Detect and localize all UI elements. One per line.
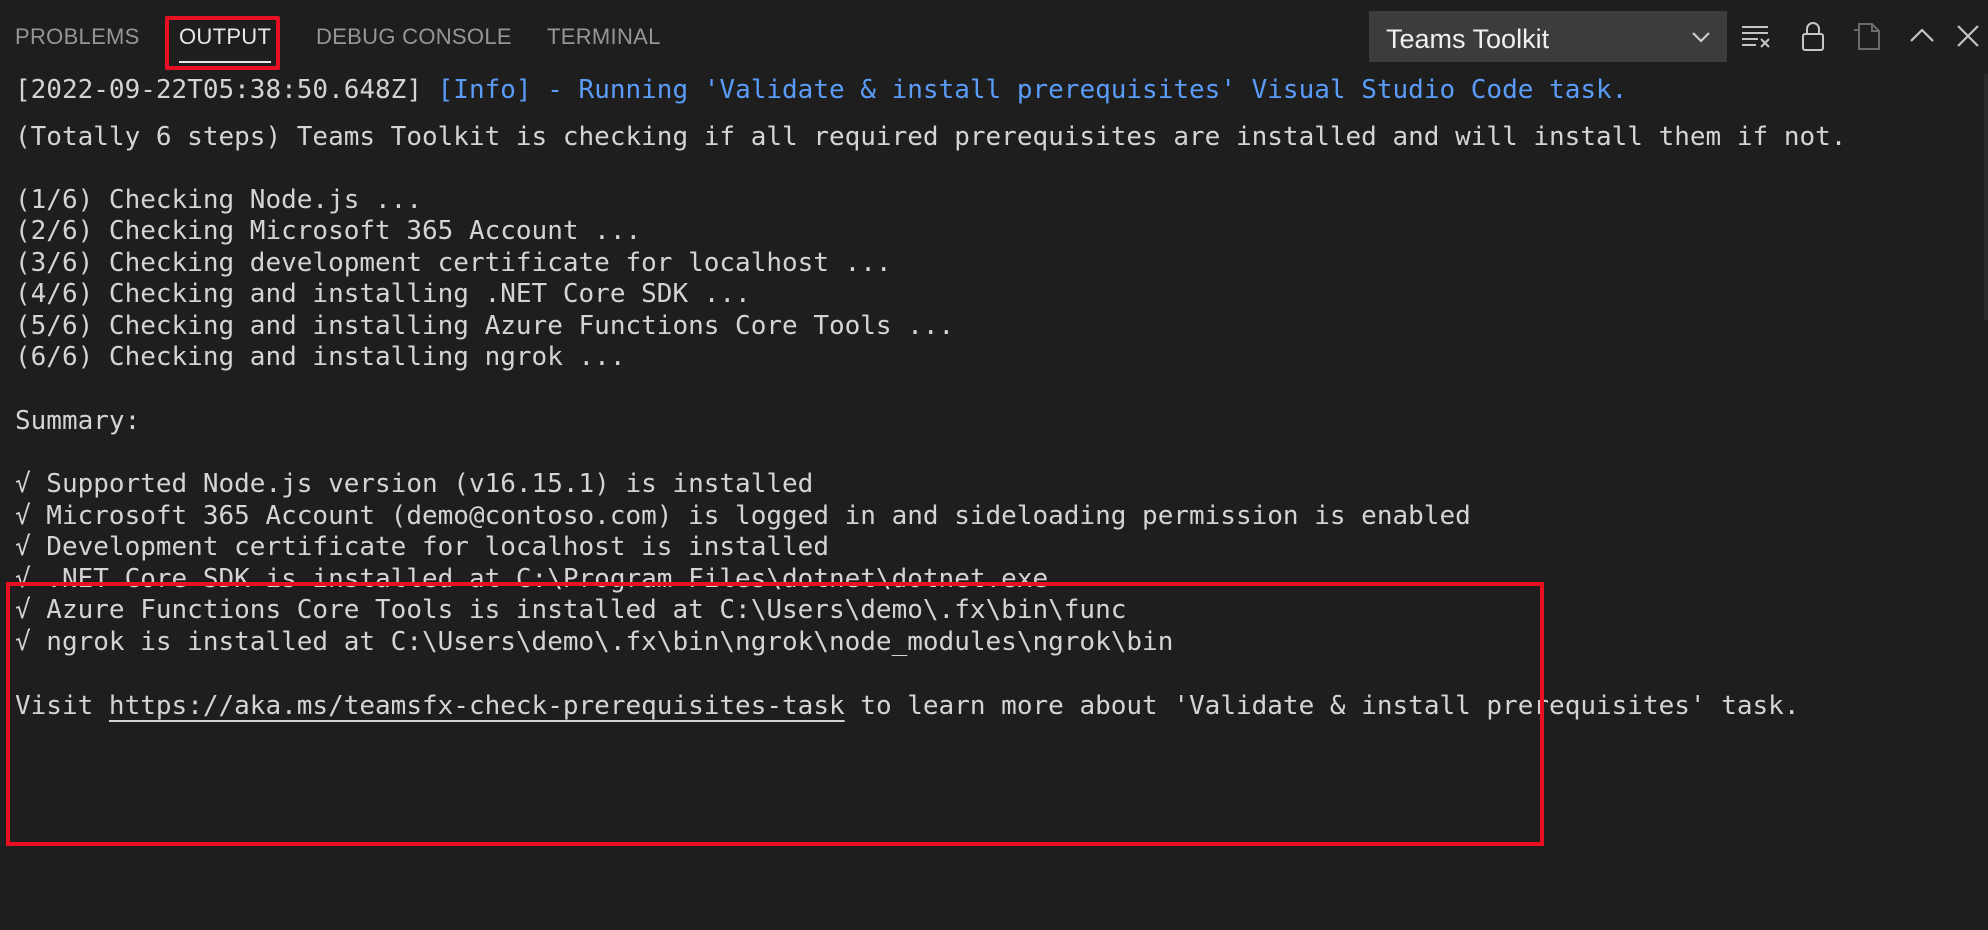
log-step: (3/6) Checking development certificate f… <box>15 248 892 278</box>
output-tab-highlight <box>165 16 280 70</box>
tab-problems[interactable]: PROBLEMS <box>15 24 140 50</box>
log-step: (5/6) Checking and installing Azure Func… <box>15 311 955 341</box>
vertical-scrollbar[interactable] <box>1984 74 1988 320</box>
clear-output-icon[interactable] <box>1738 18 1774 54</box>
log-timestamp: [2022-09-22T05:38:50.648Z] <box>15 75 422 105</box>
tab-debug-console[interactable]: DEBUG CONSOLE <box>316 24 512 50</box>
log-step: (6/6) Checking and installing ngrok ... <box>15 342 626 372</box>
summary-item: √ Supported Node.js version (v16.15.1) i… <box>15 469 814 499</box>
log-step: (1/6) Checking Node.js ... <box>15 185 422 215</box>
output-channel-selected: Teams Toolkit <box>1386 24 1550 54</box>
log-step: (2/6) Checking Microsoft 365 Account ... <box>15 216 642 246</box>
tab-terminal[interactable]: TERMINAL <box>547 24 661 50</box>
summary-item: √ Development certificate for localhost … <box>15 532 829 562</box>
open-in-editor-icon[interactable] <box>1850 18 1886 54</box>
log-step: (4/6) Checking and installing .NET Core … <box>15 279 751 309</box>
output-channel-select[interactable]: Teams Toolkit <box>1369 11 1727 62</box>
chevron-down-icon <box>1692 32 1710 43</box>
panel-header: PROBLEMS OUTPUT DEBUG CONSOLE TERMINAL T… <box>0 0 1988 74</box>
log-intro: (Totally 6 steps) Teams Toolkit is check… <box>15 122 1847 152</box>
maximize-panel-icon[interactable] <box>1904 18 1940 54</box>
lock-scroll-icon[interactable] <box>1795 18 1831 54</box>
close-panel-icon[interactable] <box>1950 18 1986 54</box>
log-summary-label: Summary: <box>15 406 141 436</box>
summary-item: √ Microsoft 365 Account (demo@contoso.co… <box>15 501 1471 531</box>
summary-highlight <box>6 582 1544 846</box>
log-info-message: [Info] - Running 'Validate & install pre… <box>437 75 1628 105</box>
log-line-info: [2022-09-22T05:38:50.648Z] [Info] - Runn… <box>15 74 1627 106</box>
